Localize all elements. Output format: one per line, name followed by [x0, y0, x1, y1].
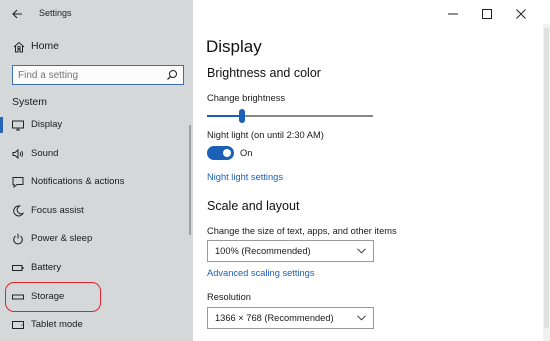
search-box[interactable] [12, 65, 184, 85]
toggle-knob [223, 149, 231, 157]
moon-icon [13, 205, 24, 217]
sidebar-item-label: Storage [31, 291, 65, 302]
sidebar-item-sound[interactable]: Sound [0, 140, 193, 168]
resolution-value: 1366 × 768 (Recommended) [215, 313, 334, 323]
sidebar-item-battery[interactable]: Battery [0, 254, 193, 282]
night-light-label: Night light (on until 2:30 AM) [207, 130, 324, 140]
scale-dropdown[interactable]: 100% (Recommended) [207, 240, 374, 262]
sidebar-item-tablet-mode[interactable]: Tablet mode [0, 311, 193, 339]
main-content: Display Brightness and color Change brig… [193, 0, 543, 341]
night-light-settings-link[interactable]: Night light settings [207, 172, 283, 182]
scrollbar-thumb[interactable] [544, 28, 549, 328]
section-title: System [12, 96, 48, 108]
minimize-button[interactable] [436, 0, 470, 28]
home-icon [13, 41, 25, 53]
sidebar-item-label: Battery [31, 262, 62, 273]
sidebar-item-label: Focus assist [31, 205, 84, 216]
sidebar-item-notifications[interactable]: Notifications & actions [0, 168, 193, 196]
battery-icon [12, 265, 24, 271]
chevron-down-icon [357, 315, 366, 321]
scale-value: 100% (Recommended) [215, 246, 311, 256]
slider-thumb[interactable] [239, 109, 245, 123]
tablet-icon [12, 321, 24, 329]
main-scrollbar[interactable] [543, 24, 550, 341]
sidebar-item-label: Power & sleep [31, 233, 93, 244]
back-button[interactable] [7, 4, 27, 24]
search-input[interactable] [18, 68, 158, 82]
maximize-icon [482, 9, 492, 19]
close-icon [516, 9, 526, 19]
back-arrow-icon [11, 9, 22, 19]
sidebar-item-power-sleep[interactable]: Power & sleep [0, 225, 193, 253]
title-bar: Settings [0, 0, 193, 28]
brightness-section-heading: Brightness and color [207, 66, 321, 80]
home-nav-item[interactable]: Home [0, 36, 193, 58]
search-icon[interactable] [166, 69, 178, 81]
storage-icon [12, 294, 24, 300]
scale-label: Change the size of text, apps, and other… [207, 226, 397, 236]
settings-window: Settings Home System Display [0, 0, 550, 341]
close-button[interactable] [504, 0, 538, 28]
window-title: Settings [39, 8, 72, 18]
maximize-button[interactable] [470, 0, 504, 28]
sidebar-item-label: Display [31, 119, 63, 130]
home-label: Home [31, 40, 60, 52]
change-brightness-label: Change brightness [207, 93, 286, 103]
sidebar-item-label: Tablet mode [31, 319, 83, 330]
resolution-label: Resolution [207, 292, 251, 302]
night-light-toggle[interactable] [207, 146, 234, 160]
speaker-icon [12, 148, 24, 160]
sidebar-item-focus-assist[interactable]: Focus assist [0, 197, 193, 225]
slider-fill [207, 115, 242, 117]
night-light-state: On [240, 148, 253, 158]
power-icon [13, 233, 23, 245]
minimize-icon [448, 13, 458, 15]
brightness-slider[interactable] [207, 109, 373, 123]
sidebar-scrollbar[interactable] [189, 125, 191, 235]
page-title: Display [206, 37, 262, 56]
monitor-icon [12, 120, 24, 131]
sidebar-item-label: Notifications & actions [31, 176, 125, 187]
resolution-dropdown[interactable]: 1366 × 768 (Recommended) [207, 307, 374, 329]
sidebar-item-label: Sound [31, 148, 59, 159]
sidebar: Settings Home System Display [0, 0, 193, 341]
notification-icon [12, 177, 24, 188]
sidebar-item-display[interactable]: Display [0, 111, 193, 139]
chevron-down-icon [357, 248, 366, 254]
window-controls [436, 0, 538, 28]
sidebar-item-storage[interactable]: Storage [0, 283, 193, 311]
advanced-scaling-link[interactable]: Advanced scaling settings [207, 268, 315, 278]
scale-section-heading: Scale and layout [207, 199, 300, 213]
